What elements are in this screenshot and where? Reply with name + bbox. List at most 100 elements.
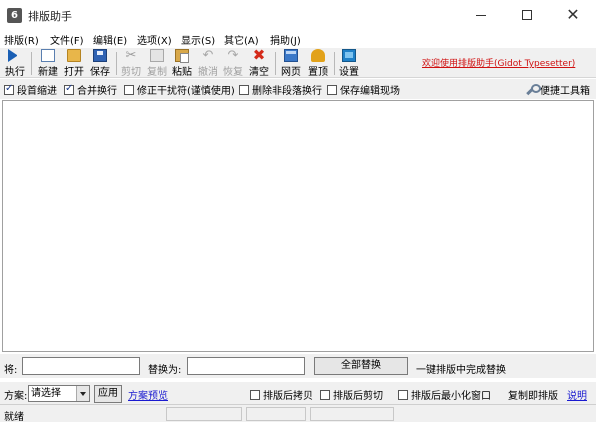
replace-note: 一键排版中完成替换 xyxy=(416,365,506,376)
chevron-down-icon xyxy=(76,386,89,401)
menu-file[interactable]: 文件(F) xyxy=(50,32,84,47)
toolbar-divider xyxy=(31,52,32,75)
replace-input[interactable] xyxy=(187,357,305,375)
plan-row: 方案: 请选择 应用 方案预览 排版后拷贝 排版后剪切 排版后最小化窗口 复制即… xyxy=(0,382,596,404)
new-label: 新建 xyxy=(38,67,58,78)
minimize-button[interactable] xyxy=(458,0,504,30)
floppy-icon xyxy=(93,49,107,62)
paste-label: 粘贴 xyxy=(172,67,192,78)
checkbox[interactable] xyxy=(320,389,330,400)
option-cut-after-typeset[interactable]: 排版后剪切 xyxy=(320,387,383,402)
plan-select[interactable]: 请选择 xyxy=(28,385,90,402)
wrench-icon xyxy=(525,83,541,96)
paste-button[interactable]: 粘贴 xyxy=(170,48,194,78)
play-icon xyxy=(8,49,22,62)
redo-button[interactable]: ↷ 恢复 xyxy=(221,48,245,78)
pin-top-label: 置顶 xyxy=(308,67,328,78)
option-paragraph-indent[interactable]: 段首缩进 xyxy=(4,82,57,97)
help-link[interactable]: 说明 xyxy=(567,387,587,402)
menu-options[interactable]: 选项(X) xyxy=(137,32,172,47)
replace-label: 替换为: xyxy=(148,365,182,376)
menu-display[interactable]: 显示(S) xyxy=(181,32,215,47)
minimize-icon xyxy=(476,14,486,16)
redo-icon: ↷ xyxy=(227,48,239,63)
options-row: 段首缩进 合并换行 修正干扰符(谨慎使用) 删除非段落换行 保存编辑现场 便捷工… xyxy=(0,79,596,99)
option-copy-after-typeset[interactable]: 排版后拷贝 xyxy=(250,387,313,402)
cut-button[interactable]: ✂ 剪切 xyxy=(119,48,143,78)
clipboard-icon xyxy=(175,49,189,63)
option-label: 修正干扰符(谨慎使用) xyxy=(137,86,235,97)
plan-label: 方案: xyxy=(4,391,28,402)
menu-edit[interactable]: 编辑(E) xyxy=(93,32,127,47)
option-merge-linebreaks[interactable]: 合并换行 xyxy=(64,82,117,97)
save-button[interactable]: 保存 xyxy=(87,48,113,78)
undo-icon: ↶ xyxy=(202,48,214,63)
close-icon: ✕ xyxy=(566,5,580,24)
checkbox[interactable] xyxy=(64,83,74,95)
copy-button[interactable]: 复制 xyxy=(145,48,169,78)
checkbox[interactable] xyxy=(239,84,249,95)
toolbar-divider xyxy=(334,52,335,75)
title-bar: 6 排版助手 ✕ xyxy=(0,0,596,30)
save-label: 保存 xyxy=(90,67,110,78)
pin-top-button[interactable]: 置顶 xyxy=(305,48,331,78)
run-button[interactable]: 执行 xyxy=(3,48,27,78)
find-input[interactable] xyxy=(22,357,140,375)
option-fix-interference[interactable]: 修正干扰符(谨慎使用) xyxy=(124,82,235,97)
checkbox[interactable] xyxy=(327,84,337,95)
undo-button[interactable]: ↶ 撤消 xyxy=(196,48,220,78)
undo-label: 撤消 xyxy=(198,67,218,78)
find-label: 将: xyxy=(4,365,18,376)
web-page-icon xyxy=(284,49,298,62)
checkbox[interactable] xyxy=(124,84,134,95)
toolbox-button[interactable]: 便捷工具箱 xyxy=(525,82,590,97)
option-minimize-after-typeset[interactable]: 排版后最小化窗口 xyxy=(398,387,491,402)
window-title: 排版助手 xyxy=(28,10,72,23)
status-panel xyxy=(166,407,242,421)
option-label: 段首缩进 xyxy=(17,86,57,97)
option-save-edit-state[interactable]: 保存编辑现场 xyxy=(327,82,400,97)
status-text: 就绪 xyxy=(4,412,24,422)
redo-label: 恢复 xyxy=(223,67,243,78)
settings-icon xyxy=(342,49,356,62)
apply-button[interactable]: 应用 xyxy=(94,385,122,403)
option-label: 排版后剪切 xyxy=(333,391,383,402)
text-editor[interactable] xyxy=(2,100,594,352)
status-panel xyxy=(310,407,394,421)
option-label: 保存编辑现场 xyxy=(340,86,400,97)
run-label: 执行 xyxy=(5,67,25,78)
close-button[interactable]: ✕ xyxy=(550,0,596,30)
option-label: 排版后拷贝 xyxy=(263,391,313,402)
option-delete-non-paragraph-breaks[interactable]: 删除非段落换行 xyxy=(239,82,322,97)
menu-bar: 排版(R) 文件(F) 编辑(E) 选项(X) 显示(S) 其它(A) 捐助(J… xyxy=(0,30,596,48)
open-label: 打开 xyxy=(64,67,84,78)
plan-preview-link[interactable]: 方案预览 xyxy=(128,387,168,402)
status-panel xyxy=(246,407,306,421)
clear-label: 清空 xyxy=(249,67,269,78)
find-replace-row: 将: 替换为: 全部替换 一键排版中完成替换 xyxy=(0,354,596,378)
replace-all-button[interactable]: 全部替换 xyxy=(314,357,408,375)
plan-select-value: 请选择 xyxy=(31,388,61,399)
checkbox[interactable] xyxy=(250,389,260,400)
new-button[interactable]: 新建 xyxy=(35,48,61,78)
app-icon: 6 xyxy=(7,8,22,23)
menu-typeset[interactable]: 排版(R) xyxy=(4,32,39,47)
status-bar: 就绪 xyxy=(0,404,596,422)
checkbox[interactable] xyxy=(398,389,408,400)
option-label: 排版后最小化窗口 xyxy=(411,391,491,402)
cut-label: 剪切 xyxy=(121,67,141,78)
menu-other[interactable]: 其它(A) xyxy=(224,32,259,47)
web-label: 网页 xyxy=(281,67,301,78)
clear-button[interactable]: ✖ 清空 xyxy=(247,46,271,79)
clear-x-icon: ✖ xyxy=(252,46,266,64)
folder-icon xyxy=(67,49,81,62)
web-button[interactable]: 网页 xyxy=(278,48,304,78)
maximize-button[interactable] xyxy=(504,0,550,30)
settings-button[interactable]: 设置 xyxy=(337,48,361,78)
checkbox[interactable] xyxy=(4,83,14,95)
menu-donate[interactable]: 捐助(J) xyxy=(270,32,301,47)
maximize-icon xyxy=(522,10,532,20)
welcome-link[interactable]: 欢迎使用排版助手(Gidot Typesetter) xyxy=(422,56,575,69)
option-label: 合并换行 xyxy=(77,86,117,97)
open-button[interactable]: 打开 xyxy=(61,48,87,78)
